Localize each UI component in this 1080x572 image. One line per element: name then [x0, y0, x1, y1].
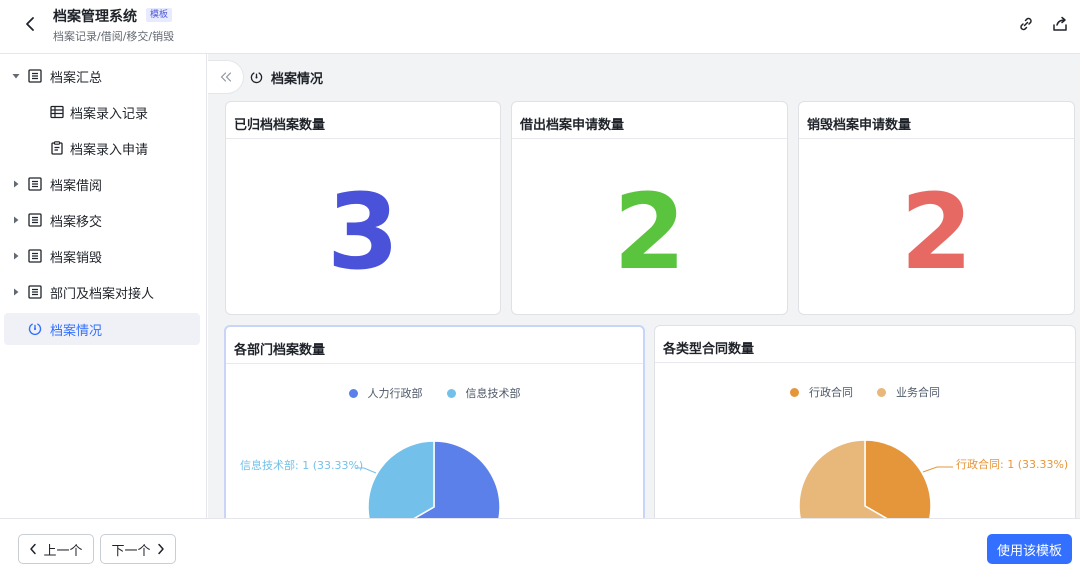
card-title: 借出档案申请数量 [520, 118, 625, 133]
share-icon [1053, 16, 1067, 31]
sidebar-item-label: 档案录入申请 [70, 142, 149, 158]
breadcrumb: 档案记录/借阅/移交/销毁 [53, 30, 175, 43]
stat-card-archived: 已归档档案数量 3 [225, 101, 501, 315]
form-icon [50, 141, 64, 155]
caret-right-icon[interactable] [12, 216, 20, 224]
sidebar-item-archive-destroy[interactable]: 档案销毁 [4, 240, 200, 272]
pie-slice-label: 信息技术部: 1 (33.33%) [240, 459, 364, 472]
collapse-sidebar-button[interactable] [208, 60, 244, 94]
divider [226, 138, 500, 139]
table-icon [28, 177, 42, 191]
double-chevron-left-icon [220, 72, 231, 82]
sidebar-item-entry-records[interactable]: 档案录入记录 [4, 96, 200, 128]
stat-value: 3 [326, 171, 400, 293]
chevron-left-icon [30, 543, 37, 555]
sidebar-item-archive-transfer[interactable]: 档案移交 [4, 204, 200, 236]
sidebar-item-entry-applications[interactable]: 档案录入申请 [4, 132, 200, 164]
divider [512, 138, 787, 139]
sidebar-item-label: 档案销毁 [50, 250, 103, 266]
table-icon [28, 249, 42, 263]
stat-value: 2 [900, 171, 973, 293]
caret-right-icon[interactable] [12, 252, 20, 260]
sidebar-item-archive-status[interactable]: 档案情况 [4, 313, 200, 345]
stat-card-destroy-requests: 销毁档案申请数量 2 [798, 101, 1075, 315]
prev-label: 上一个 [43, 543, 83, 559]
card-title: 已归档档案数量 [234, 118, 326, 133]
next-label: 下一个 [111, 543, 151, 559]
dashboard-icon [28, 322, 42, 336]
caret-right-icon[interactable] [12, 288, 20, 296]
chevron-right-icon [157, 543, 164, 555]
footer-bar: 上一个 下一个 使用该模板 [0, 518, 1080, 572]
divider [799, 138, 1074, 139]
prev-button[interactable]: 上一个 [18, 534, 94, 564]
pie-slice-2[interactable] [367, 440, 435, 518]
stat-value: 2 [613, 171, 686, 293]
sidebar-item-label: 档案借阅 [50, 178, 103, 194]
chevron-left-icon [26, 17, 34, 31]
link-icon [1020, 17, 1032, 31]
template-badge: 模板 [146, 8, 173, 22]
sidebar-item-label: 部门及档案对接人 [50, 286, 155, 302]
sidebar-item-label: 档案汇总 [50, 70, 103, 86]
card-title: 销毁档案申请数量 [807, 118, 912, 133]
grid-icon [50, 105, 64, 119]
chart-card-contract-type: 各类型合同数量 行政合同 业务合同 行政合同: 1 (33.33%) [654, 325, 1076, 518]
page-title: 档案情况 [250, 68, 324, 87]
use-template-button[interactable]: 使用该模板 [987, 534, 1072, 564]
pie-slice-label: 行政合同: 1 (33.33%) [956, 458, 1069, 471]
sidebar-item-label: 档案情况 [50, 323, 103, 339]
sidebar-item-label: 档案录入记录 [70, 106, 149, 122]
next-button[interactable]: 下一个 [100, 534, 176, 564]
caret-down-icon[interactable] [12, 72, 20, 80]
sidebar: 档案汇总 档案录入记录 档案录入申请 档案借阅 档案移交 档案销毁 部门及档案对… [0, 54, 207, 518]
sidebar-item-archive-borrow[interactable]: 档案借阅 [4, 168, 200, 200]
caret-right-icon[interactable] [12, 180, 20, 188]
page-title-text: 档案情况 [271, 71, 324, 87]
sidebar-item-label: 档案移交 [50, 214, 103, 230]
top-header: 档案管理系统 模板 档案记录/借阅/移交/销毁 [0, 0, 1080, 54]
back-button[interactable] [18, 12, 42, 36]
pie-slice-1[interactable] [864, 439, 932, 518]
table-icon [28, 213, 42, 227]
app-title: 档案管理系统 [53, 9, 137, 25]
table-icon [28, 285, 42, 299]
stat-card-borrow-requests: 借出档案申请数量 2 [511, 101, 788, 315]
chart-card-department: 各部门档案数量 人力行政部 信息技术部 信息技术部: 1 (33.33%) [224, 325, 645, 518]
pie-label-leader-line [922, 466, 953, 473]
sidebar-item-archive-summary[interactable]: 档案汇总 [4, 60, 200, 92]
copy-link-button[interactable] [1016, 14, 1036, 34]
sidebar-item-department-contacts[interactable]: 部门及档案对接人 [4, 276, 200, 308]
dashboard-icon [250, 71, 263, 83]
pie-chart [798, 439, 953, 518]
share-button[interactable] [1050, 14, 1070, 34]
pie-chart [356, 440, 501, 518]
table-icon [28, 69, 42, 83]
dashboard-area: 档案情况 已归档档案数量 3 借出档案申请数量 2 销毁档案申请数量 2 各部门… [208, 54, 1080, 518]
